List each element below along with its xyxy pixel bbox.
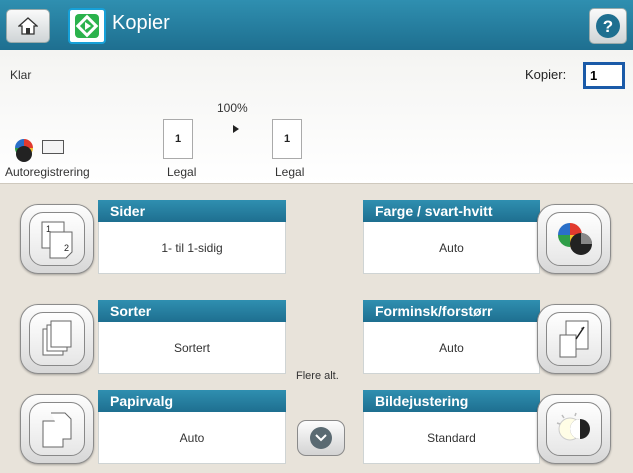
reduce-enlarge-icon <box>559 320 589 358</box>
scan-preview-icon <box>42 140 64 154</box>
tile-title: Forminsk/forstørr <box>363 300 540 322</box>
zoom-level: 100% <box>217 101 248 115</box>
app-title: Kopier <box>112 12 170 34</box>
color-icon <box>558 223 592 255</box>
tile-title: Farge / svart-hvitt <box>363 200 540 222</box>
help-icon: ? <box>596 14 620 38</box>
tile-icon-button[interactable] <box>537 304 611 374</box>
original-size-label: Legal <box>167 165 197 179</box>
tile-forminsk[interactable]: Forminsk/forstørr Auto <box>0 300 633 377</box>
original-paper: 1 <box>163 119 193 159</box>
output-size-label: Legal <box>275 165 305 179</box>
tile-value: Auto <box>363 322 540 374</box>
arrow-right-icon <box>233 125 239 133</box>
copy-start-icon <box>75 14 99 38</box>
svg-text:?: ? <box>603 17 613 36</box>
tile-title: Bildejustering <box>363 390 540 412</box>
tile-icon-button[interactable] <box>537 204 611 274</box>
copy-start-button[interactable] <box>68 8 106 44</box>
color-mode-label: Autoregistrering <box>5 165 90 179</box>
home-icon <box>18 17 38 35</box>
tile-value: Auto <box>363 222 540 274</box>
copies-input[interactable] <box>583 62 625 89</box>
header-bar: Kopier ? <box>0 0 633 50</box>
image-adjust-icon <box>556 412 590 441</box>
tile-farge[interactable]: Farge / svart-hvitt Auto <box>0 200 633 277</box>
copies-label: Kopier: <box>525 67 567 82</box>
status-text: Klar <box>10 68 32 82</box>
more-options-label: Flere alt. <box>296 370 339 382</box>
output-paper: 1 <box>272 119 302 159</box>
home-button[interactable] <box>6 9 50 43</box>
tile-value: Standard <box>363 412 540 464</box>
color-mode-icon <box>15 139 33 162</box>
tile-icon-button[interactable] <box>537 394 611 464</box>
help-button[interactable]: ? <box>589 8 627 44</box>
tile-bildejustering[interactable]: Bildejustering Standard <box>0 390 633 467</box>
